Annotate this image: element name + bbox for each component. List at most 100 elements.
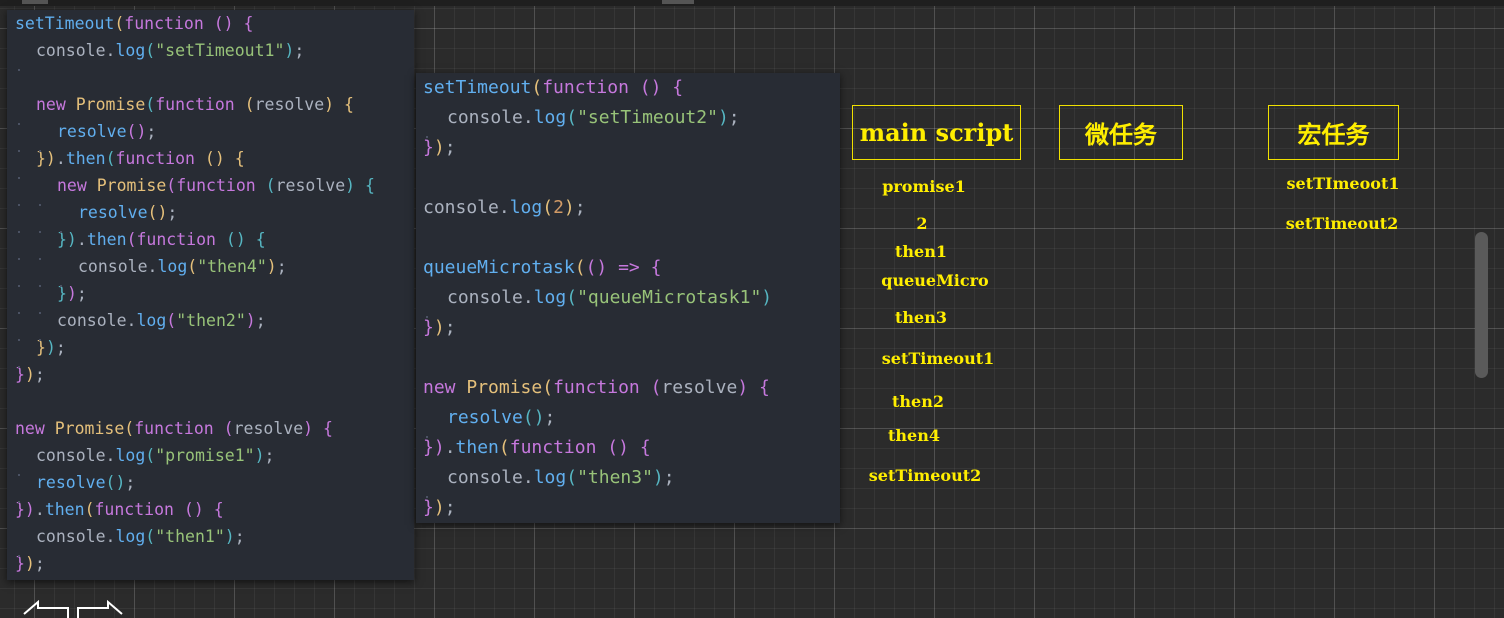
code-token: ) (433, 317, 445, 338)
code-token: ) (24, 365, 35, 384)
code-token: ) (303, 419, 314, 438)
code-line: resolve(); (15, 199, 414, 233)
main-script-box-label: main script (859, 118, 1014, 147)
code-token: ; (255, 311, 266, 330)
code-token: console. (447, 467, 534, 488)
code-token: "setTimeout2" (577, 107, 718, 128)
code-token: () (225, 230, 246, 249)
code-token: function (94, 500, 174, 519)
code-line: }).then(function () { (15, 145, 414, 179)
top-toolbar-strip (0, 0, 1504, 6)
code-token: { (759, 377, 770, 398)
code-token: { (323, 419, 333, 438)
code-token: ; (276, 257, 287, 276)
code-line: new Promise(function (resolve) { (423, 373, 840, 403)
code-token: . (55, 149, 66, 168)
code-snippet-middle: setTimeout(function () {console.log("set… (416, 73, 840, 523)
code-token: console. (447, 107, 534, 128)
code-token: ; (76, 284, 87, 303)
code-token: ; (728, 107, 740, 128)
code-token: resolve (36, 473, 106, 492)
code-token: then (44, 500, 85, 519)
code-token: () (105, 473, 126, 492)
code-token: ( (145, 527, 156, 546)
code-token: function (115, 149, 195, 168)
code-token: { (234, 149, 245, 168)
code-token: ( (166, 176, 177, 195)
code-token: ( (126, 230, 137, 249)
code-token: ( (145, 41, 156, 60)
code-line: console.log("then3"); (423, 463, 840, 498)
code-token: Promise (75, 95, 146, 114)
code-token: ; (544, 407, 556, 428)
code-token: }) (423, 437, 445, 458)
code-token: function (542, 77, 629, 98)
code-token: console. (447, 287, 534, 308)
code-token: "setTimeout1" (155, 41, 285, 60)
main-output-label: setTimeout2 (868, 466, 982, 485)
code-token: { (650, 257, 662, 278)
redo-arrow-icon[interactable] (77, 600, 123, 618)
main-output-label: queueMicro (881, 271, 989, 290)
code-line: resolve(); (15, 118, 414, 152)
code-token: ) (652, 467, 664, 488)
macrotask-item-label: setTimeout2 (1285, 214, 1399, 233)
code-token: ) (245, 311, 256, 330)
code-token: ; (444, 497, 456, 518)
code-token: ) (433, 497, 445, 518)
code-token: console. (57, 311, 137, 330)
code-token: ( (542, 197, 554, 218)
vertical-scrollbar[interactable] (1475, 232, 1488, 378)
code-token: { (213, 500, 224, 519)
code-token: ( (145, 95, 156, 114)
code-token: . (444, 437, 456, 458)
code-token: "then4" (197, 257, 267, 276)
code-token: ( (566, 287, 578, 308)
code-token: ; (444, 317, 456, 338)
code-line: }); (423, 493, 840, 523)
code-token: ( (105, 149, 116, 168)
code-line: }); (15, 550, 414, 577)
code-token: resolve (233, 419, 304, 438)
code-line: queueMicrotask(() => { (423, 253, 840, 283)
code-token: then (86, 230, 127, 249)
undo-arrow-icon[interactable] (23, 600, 69, 618)
code-token: => (618, 257, 640, 278)
code-token: ; (55, 338, 66, 357)
code-line: setTimeout(function () { (423, 73, 840, 103)
code-token: log (157, 257, 188, 276)
code-token: Promise (96, 176, 167, 195)
code-token: ( (114, 14, 125, 33)
code-token: resolve (661, 377, 738, 398)
code-line: }).then(function () { (423, 433, 840, 463)
code-token: . (34, 500, 45, 519)
code-token: new (36, 95, 66, 114)
code-token: { (344, 95, 354, 114)
code-token: ) (433, 137, 445, 158)
code-token: "then1" (155, 527, 225, 546)
code-line: resolve(); (15, 469, 414, 503)
code-token: "promise1" (155, 446, 255, 465)
code-token: ( (566, 467, 578, 488)
main-output-label: setTimeout1 (881, 349, 995, 368)
code-token: function (124, 14, 204, 33)
code-token: () (147, 203, 168, 222)
code-line: console.log("queueMicrotask1") (423, 283, 840, 318)
code-token: then (455, 437, 499, 458)
code-token: then (65, 149, 106, 168)
code-token: setTimeout (15, 14, 115, 33)
code-token: ; (234, 527, 245, 546)
